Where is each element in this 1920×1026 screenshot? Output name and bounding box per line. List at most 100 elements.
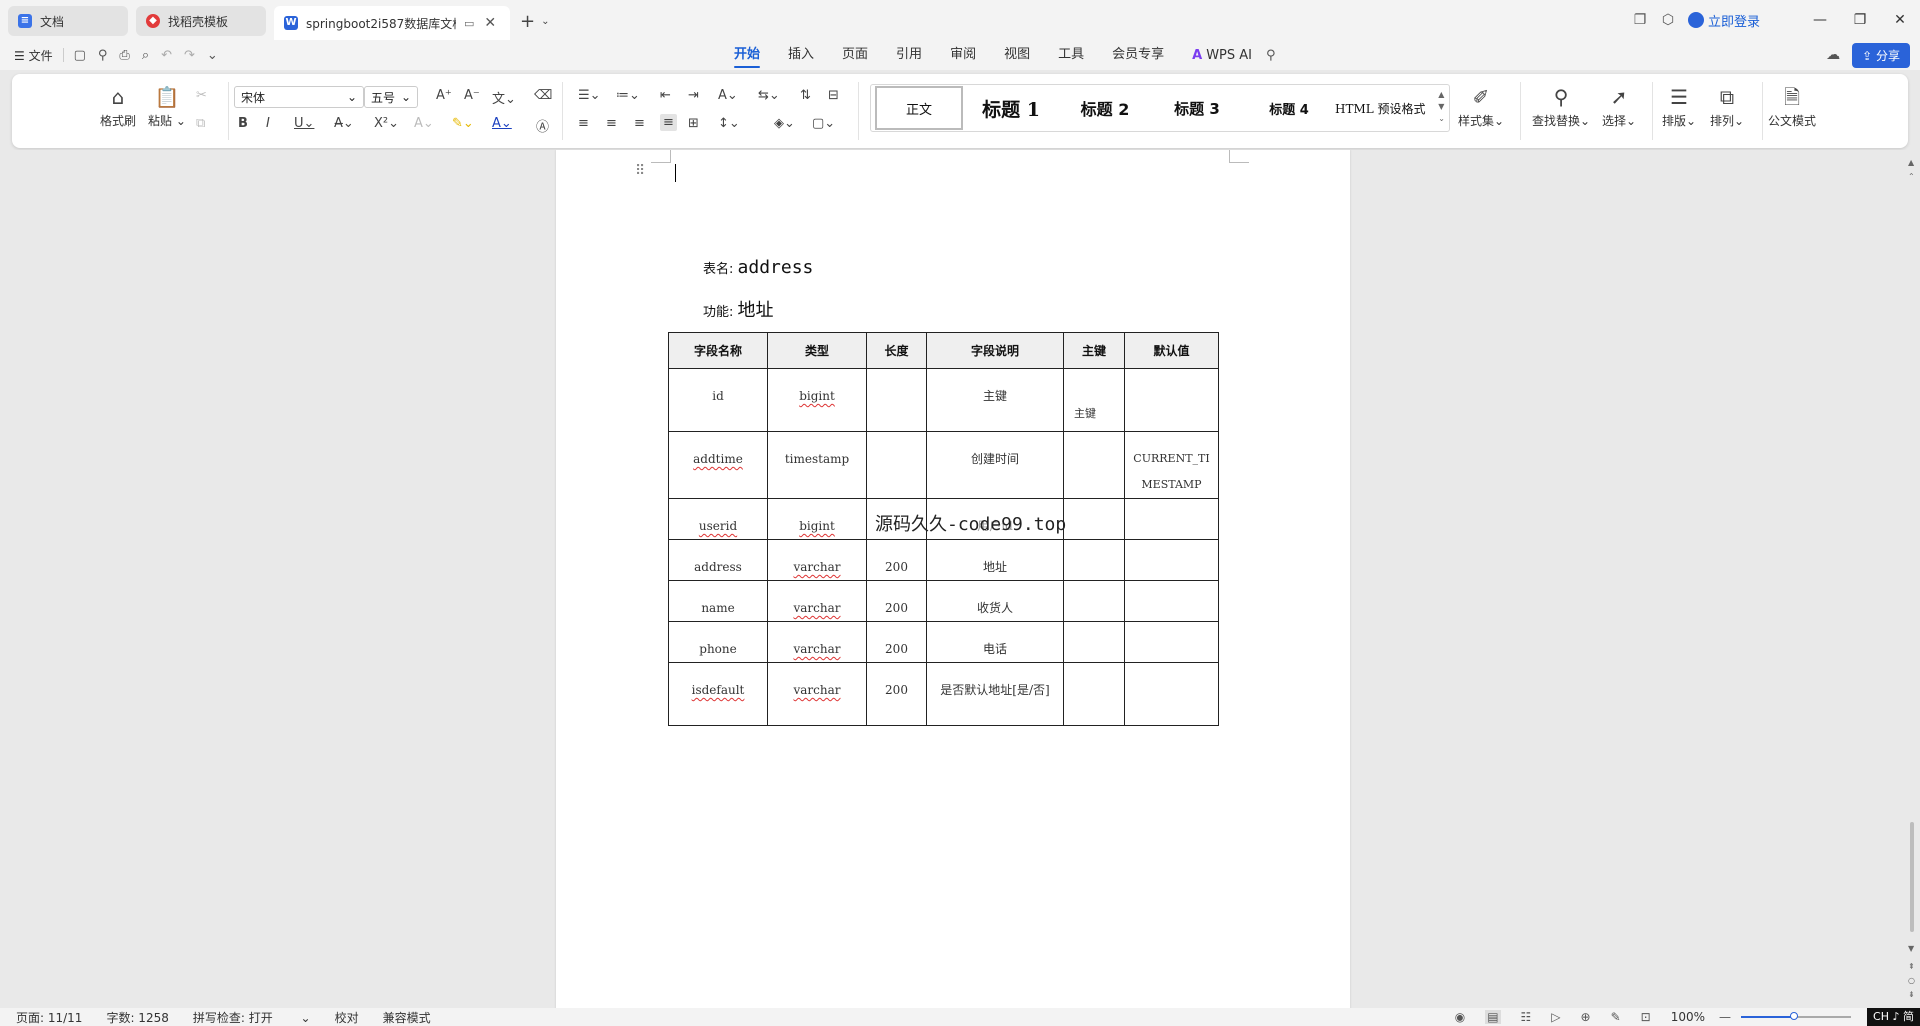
file-menu[interactable]: ☰ 文件 [14, 47, 53, 64]
document-area[interactable]: ⠿ 表名: address 功能: 地址 字段名称 类型 长度 字段说明 主键 [0, 150, 1920, 1008]
login-button[interactable]: 立即登录 [1687, 11, 1760, 30]
minimize-icon[interactable]: — [1800, 12, 1840, 28]
document-page[interactable]: ⠿ 表名: address 功能: 地址 字段名称 类型 长度 字段说明 主键 [556, 150, 1350, 1008]
save-icon[interactable]: ▢ [74, 48, 86, 63]
select-browse-icon[interactable]: ○ [1908, 976, 1915, 985]
clear-format-icon[interactable]: ⌫ [534, 88, 552, 103]
shading-icon[interactable]: ◈⌄ [774, 116, 795, 131]
style-heading-1[interactable]: 标题 1 [963, 86, 1059, 130]
cut-icon[interactable]: ✂ [196, 88, 207, 103]
web-view-icon[interactable]: ⊕ [1581, 1010, 1591, 1024]
redo-icon[interactable]: ↷ [184, 48, 195, 63]
justify-icon[interactable]: ≡ [660, 114, 677, 131]
outdent-icon[interactable]: ⇤ [660, 88, 671, 103]
drag-handle-icon[interactable]: ⠿ [635, 163, 645, 179]
window-icon[interactable]: ❐ [1626, 12, 1654, 28]
style-set-button[interactable]: ✐ 样式集⌄ [1458, 82, 1504, 129]
tab-view[interactable]: 视图 [1004, 40, 1030, 70]
italic-icon[interactable]: I [266, 116, 270, 131]
fit-page-icon[interactable]: ⊡ [1641, 1010, 1651, 1024]
copy-icon[interactable]: ⧉ [196, 116, 205, 131]
styles-scroll[interactable]: ▲ ▼ ⌄ [1438, 89, 1445, 125]
tab-document[interactable]: W springboot2i587数据库文档 ▭ ✕ [274, 6, 510, 40]
arrange-button[interactable]: ⧉ 排列⌄ [1710, 82, 1744, 129]
scroll-thumb[interactable] [1910, 822, 1914, 932]
font-size-select[interactable]: 五号 ⌄ [364, 86, 418, 108]
vertical-scrollbar[interactable]: ▲ ⌃ ▼ ⇞ ○ ⇟ [1906, 150, 1920, 1008]
align-left-icon[interactable]: ≡ [578, 116, 589, 131]
show-marks-icon[interactable]: ⊟ [828, 88, 839, 103]
line-break-icon[interactable]: ⇆⌄ [758, 88, 780, 103]
format-painter-button[interactable]: ⌂ 格式刷 [100, 82, 136, 129]
underline-icon[interactable]: U⌄ [294, 116, 314, 131]
style-normal[interactable]: 正文 [875, 86, 963, 130]
paste-button[interactable]: 📋 粘贴 ⌄ [148, 82, 186, 129]
new-tab-button[interactable]: + ⌄ [520, 11, 549, 32]
zoom-slider[interactable] [1741, 1012, 1852, 1020]
tab-page[interactable]: 页面 [842, 40, 868, 70]
style-heading-4[interactable]: 标题 4 [1243, 86, 1335, 130]
more-icon[interactable]: ⌄ [207, 48, 218, 63]
window-close-icon[interactable]: ✕ [1880, 12, 1920, 28]
scroll-up-icon[interactable]: ⌃ [1908, 172, 1915, 181]
style-html-preformatted[interactable]: HTML 预设格式 [1335, 86, 1431, 130]
find-replace-button[interactable]: ⚲ 查找替换⌄ [1532, 82, 1590, 129]
page-indicator[interactable]: 页面: 11/11 [16, 1009, 82, 1026]
number-list-icon[interactable]: ≔⌄ [616, 88, 640, 103]
font-color-icon[interactable]: A⌄ [492, 116, 512, 131]
print-preview-icon[interactable]: ⌕ [142, 48, 149, 63]
line-spacing-icon[interactable]: ↕⌄ [718, 116, 740, 131]
typeset-button[interactable]: ☰ 排版⌄ [1662, 82, 1696, 129]
ime-indicator[interactable]: CH ♪ 简 [1867, 1008, 1920, 1026]
indent-icon[interactable]: ⇥ [688, 88, 699, 103]
scroll-up-icon[interactable]: ▲ [1908, 158, 1914, 167]
chevron-down-icon[interactable]: ⌄ [541, 16, 549, 27]
tab-review[interactable]: 审阅 [950, 40, 976, 70]
bullet-list-icon[interactable]: ☰⌄ [578, 88, 601, 103]
style-heading-3[interactable]: 标题 3 [1151, 86, 1243, 130]
bold-icon[interactable]: B [238, 116, 248, 131]
spell-check-toggle[interactable]: 拼写检查: 打开 ⌄ [193, 1009, 311, 1026]
style-heading-2[interactable]: 标题 2 [1059, 86, 1151, 130]
font-name-select[interactable]: 宋体 ⌄ [234, 86, 364, 108]
zoom-level[interactable]: 100% [1671, 1010, 1705, 1024]
cube-icon[interactable]: ⬡ [1654, 12, 1682, 28]
superscript-icon[interactable]: X²⌄ [374, 116, 399, 131]
cloud-upload-icon[interactable]: ☁ [1826, 47, 1840, 63]
char-shading-icon[interactable]: Ⓐ [536, 116, 549, 135]
text-effect-icon[interactable]: A⌄ [414, 116, 434, 131]
strikethrough-icon[interactable]: A̶⌄ [334, 116, 354, 131]
tab-reference[interactable]: 引用 [896, 40, 922, 70]
text-direction-icon[interactable]: A⌄ [718, 88, 738, 103]
scroll-down-icon[interactable]: ▼ [1908, 944, 1914, 953]
tab-member[interactable]: 会员专享 [1112, 40, 1164, 70]
word-count[interactable]: 字数: 1258 [106, 1009, 168, 1026]
tab-docs[interactable]: ≡ 文档 [8, 6, 128, 36]
sort-icon[interactable]: ⇅ [800, 88, 811, 103]
zoom-out-icon[interactable]: — [1719, 1010, 1731, 1024]
prev-page-icon[interactable]: ⇞ [1908, 962, 1915, 971]
play-icon[interactable]: ▷ [1551, 1010, 1560, 1024]
shrink-font-icon[interactable]: A⁻ [464, 88, 480, 103]
search-icon[interactable]: ⚲ [1266, 48, 1276, 63]
distribute-icon[interactable]: ⊞ [688, 116, 699, 131]
search-doc-icon[interactable]: ⚲ [98, 48, 108, 63]
grow-font-icon[interactable]: A⁺ [436, 88, 452, 103]
select-button[interactable]: ➚ 选择⌄ [1602, 82, 1636, 129]
zoom-slider-knob[interactable] [1789, 1012, 1798, 1020]
tab-home[interactable]: 开始 [734, 40, 761, 70]
outline-icon[interactable]: ☷ [1521, 1010, 1532, 1024]
proofread-button[interactable]: 校对 [335, 1009, 359, 1026]
wps-ai-button[interactable]: A WPS AI ⚲ [1192, 48, 1275, 63]
align-center-icon[interactable]: ≡ [606, 116, 617, 131]
highlight-icon[interactable]: ✎⌄ [452, 116, 474, 131]
tab-tools[interactable]: 工具 [1058, 40, 1084, 70]
restore-icon[interactable]: ❐ [1840, 12, 1880, 28]
pen-icon[interactable]: ✎ [1611, 1010, 1621, 1024]
eye-icon[interactable]: ◉ [1455, 1010, 1465, 1024]
official-mode-button[interactable]: 🗎 公文模式 [1768, 82, 1816, 129]
share-button[interactable]: ⇪ 分享 [1852, 42, 1910, 68]
tab-insert[interactable]: 插入 [788, 40, 814, 70]
tab-docer[interactable]: ◆ 找稻壳模板 [136, 6, 266, 36]
align-right-icon[interactable]: ≡ [634, 116, 645, 131]
